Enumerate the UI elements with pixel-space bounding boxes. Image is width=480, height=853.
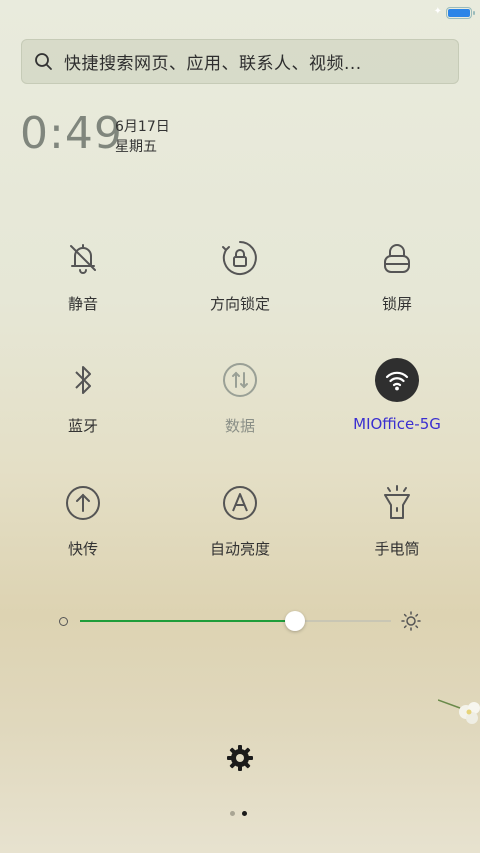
mobile-data-icon: [218, 358, 262, 402]
rotation-lock-icon: [218, 236, 262, 280]
toggle-wifi[interactable]: MIOffice-5G: [337, 358, 457, 433]
bluetooth-icon: [61, 358, 105, 402]
toggle-mobile-data[interactable]: 数据: [180, 358, 300, 436]
battery-level-fill: [448, 9, 470, 17]
brightness-track[interactable]: [80, 611, 391, 631]
toggle-label: 自动亮度: [209, 540, 270, 558]
search-placeholder: 快捷搜索网页、应用、联系人、视频...: [64, 54, 362, 74]
status-bar: ✦: [0, 0, 480, 28]
page-dot: [230, 811, 235, 816]
toggle-auto-brightness[interactable]: 自动亮度: [180, 481, 300, 559]
toggle-rotation-lock[interactable]: 方向锁定: [180, 236, 300, 314]
charging-icon: ✦: [433, 6, 442, 17]
brightness-thumb[interactable]: [284, 611, 305, 631]
toggle-label: 手电筒: [374, 540, 420, 558]
settings-gear-icon[interactable]: [226, 744, 254, 772]
quick-transfer-icon: [61, 481, 105, 525]
wifi-icon: [375, 358, 419, 402]
toggle-label: 静音: [67, 295, 98, 313]
battery-icon: [446, 7, 475, 19]
toggle-label: 锁屏: [381, 295, 412, 313]
toggle-label: 数据: [224, 417, 255, 435]
bell-off-icon: [61, 236, 105, 280]
toggle-flashlight[interactable]: 手电筒: [337, 481, 457, 559]
brightness-high-icon: [401, 611, 421, 631]
clock-time: 0:49: [20, 108, 123, 159]
search-bar[interactable]: 快捷搜索网页、应用、联系人、视频...: [21, 39, 459, 84]
brightness-slider[interactable]: [57, 608, 427, 636]
toggle-lock-screen[interactable]: 锁屏: [337, 236, 457, 314]
toggle-mute[interactable]: 静音: [23, 236, 143, 314]
toggle-label: MIOffice-5G: [353, 415, 441, 433]
clock-weekday: 星期五: [115, 139, 157, 155]
toggle-bluetooth[interactable]: 蓝牙: [23, 358, 143, 436]
flower-decoration: [438, 699, 480, 724]
page-dot: [242, 811, 247, 816]
toggle-label: 蓝牙: [67, 417, 98, 435]
lock-icon: [375, 236, 419, 280]
toggle-quick-transfer[interactable]: 快传: [23, 481, 143, 559]
clock-date: 6月17日: [115, 119, 170, 135]
auto-brightness-icon: [218, 481, 262, 525]
brightness-fill: [80, 620, 295, 622]
search-icon: [35, 52, 52, 70]
toggle-label: 快传: [67, 540, 98, 558]
page-indicator: [230, 811, 252, 817]
brightness-low-icon: [59, 617, 68, 626]
toggle-label: 方向锁定: [209, 295, 270, 313]
flashlight-icon: [375, 481, 419, 525]
